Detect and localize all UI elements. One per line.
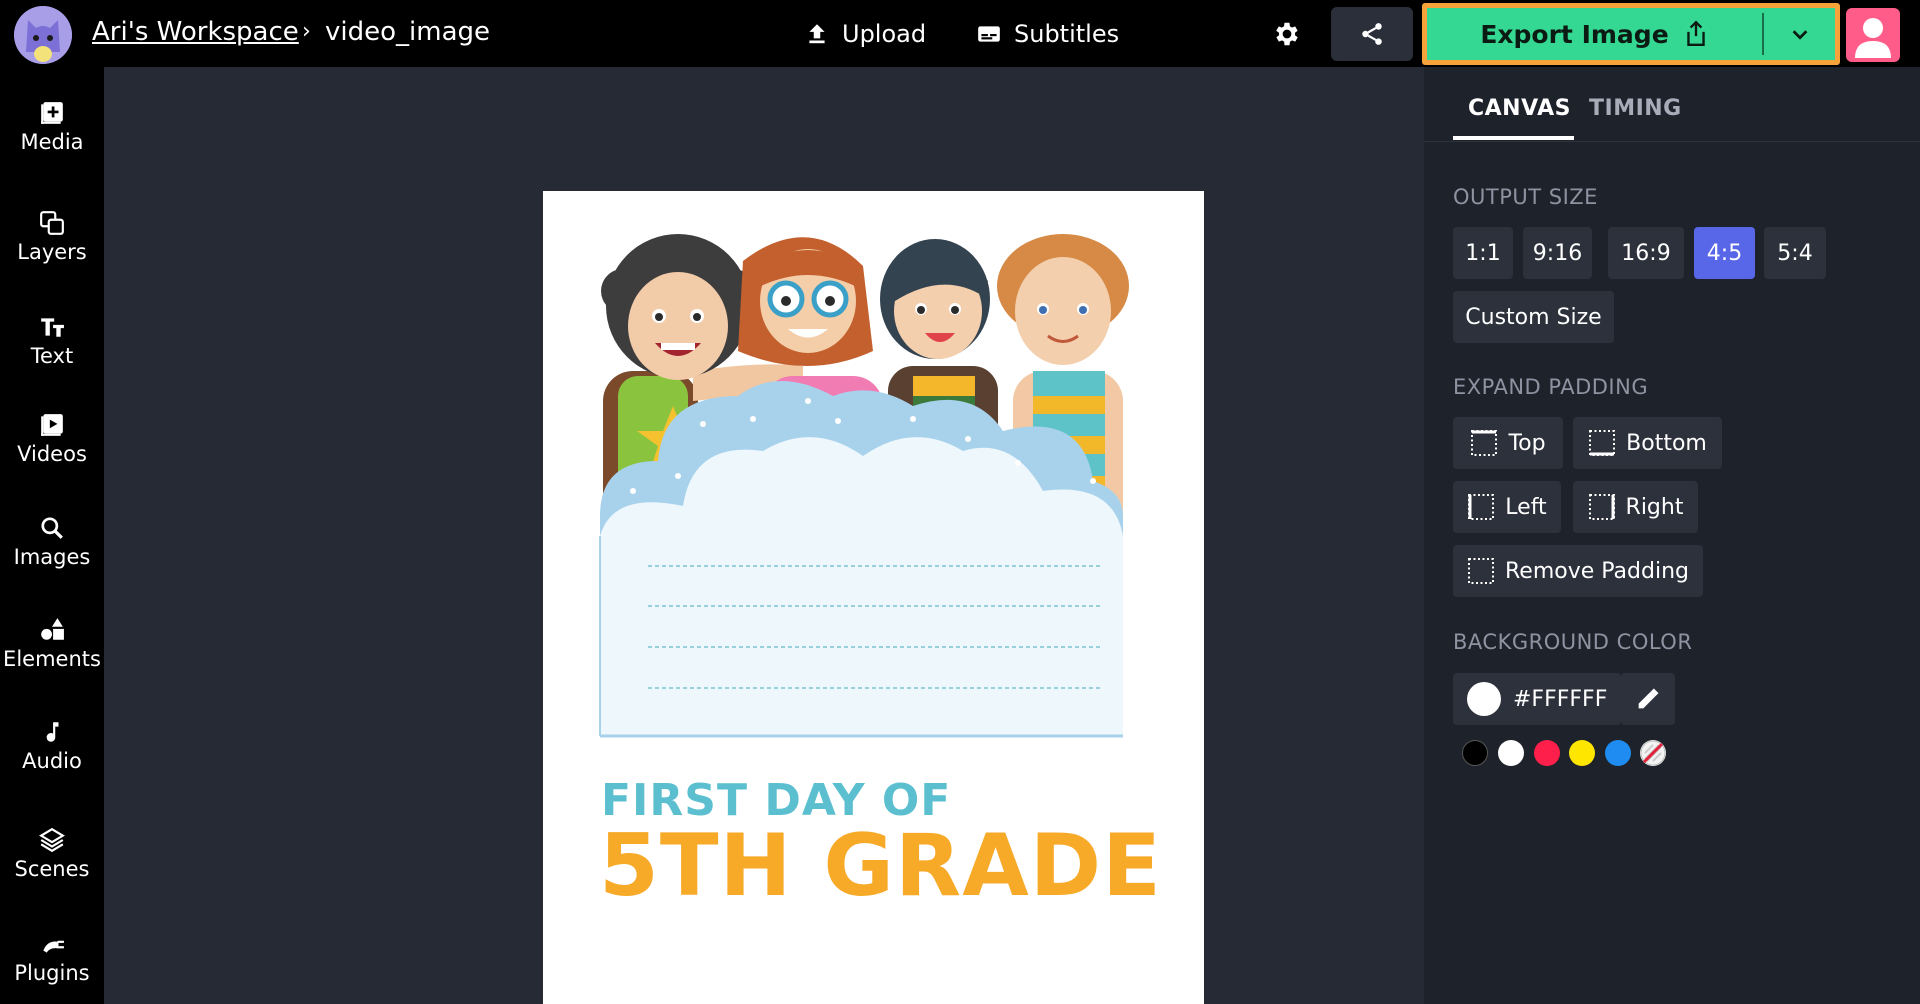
sidebar-item-text[interactable]: Text [0, 314, 104, 368]
user-icon [1855, 18, 1891, 58]
remove-padding-button[interactable]: Remove Padding [1453, 545, 1703, 597]
music-note-icon [46, 722, 59, 742]
user-avatar[interactable] [1846, 8, 1900, 62]
swatch-blue[interactable] [1605, 740, 1631, 766]
design-canvas[interactable]: FIRST DAY OF 5TH GRADE [543, 191, 1204, 1004]
padding-bottom-button[interactable]: Bottom [1573, 417, 1722, 469]
output-size-title: OUTPUT SIZE [1453, 185, 1598, 209]
sidebar-item-images[interactable]: Images [0, 515, 104, 569]
share-icon [1362, 23, 1382, 45]
breadcrumb-workspace-link[interactable]: Ari's Workspace [92, 17, 299, 47]
sidebar-label-scenes: Scenes [14, 857, 90, 881]
text-icon [41, 318, 64, 337]
swatch-white[interactable] [1498, 740, 1524, 766]
swatch-transparent[interactable] [1640, 740, 1666, 766]
chevron-down-icon [1792, 30, 1807, 40]
settings-button[interactable] [1268, 15, 1306, 53]
size-option-16-9[interactable]: 16:9 [1608, 227, 1684, 279]
panel-tabs: CANVAS TIMING [1424, 67, 1920, 142]
sidebar-label-videos: Videos [17, 442, 87, 466]
poster-title-line2[interactable]: 5TH GRADE [599, 816, 1162, 916]
active-tab-indicator [1453, 136, 1574, 140]
swatch-red[interactable] [1534, 740, 1560, 766]
workspace-logo[interactable] [14, 6, 72, 64]
sidebar-item-media[interactable]: Media [0, 100, 104, 154]
sidebar-item-layers[interactable]: Layers [0, 210, 104, 264]
upload-icon [809, 24, 825, 44]
export-share-icon [1686, 20, 1705, 46]
plug-icon [43, 940, 64, 953]
sidebar-item-elements[interactable]: Elements [0, 617, 104, 671]
export-group: Export Image [1422, 3, 1840, 65]
canvas-area: FIRST DAY OF 5TH GRADE [104, 67, 1424, 1004]
padding-bottom-label: Bottom [1626, 430, 1707, 456]
custom-size-button[interactable]: Custom Size [1453, 291, 1614, 343]
sidebar-item-scenes[interactable]: Scenes [0, 827, 104, 881]
top-bar: Ari's Workspace › video_image Upload Sub… [0, 0, 1920, 67]
properties-panel: CANVAS TIMING OUTPUT SIZE 1:1 9:16 16:9 … [1424, 67, 1920, 1004]
export-image-button[interactable]: Export Image [1427, 8, 1762, 60]
sidebar-label-layers: Layers [17, 240, 87, 264]
size-option-9-16[interactable]: 9:16 [1523, 227, 1592, 279]
sidebar-label-audio: Audio [22, 749, 82, 773]
padding-right-icon [1588, 494, 1615, 520]
upload-label: Upload [842, 20, 927, 48]
padding-top-label: Top [1508, 430, 1546, 456]
background-color-picker[interactable]: #FFFFFF [1453, 673, 1621, 725]
layers-icon [40, 211, 64, 235]
sidebar-label-text: Text [30, 344, 74, 368]
cat-logo-icon [14, 6, 72, 64]
size-option-1-1[interactable]: 1:1 [1453, 227, 1513, 279]
breadcrumb-project-name[interactable]: video_image [325, 17, 490, 47]
sidebar-label-plugins: Plugins [14, 961, 90, 985]
size-option-5-4[interactable]: 5:4 [1764, 227, 1826, 279]
padding-left-icon [1468, 494, 1495, 520]
video-icon [41, 414, 63, 436]
transparent-swatch-icon [1640, 740, 1666, 766]
export-label: Export Image [1480, 19, 1669, 49]
padding-right-label: Right [1625, 494, 1684, 520]
left-sidebar: Media Layers Text Videos Images Elements… [0, 67, 104, 1004]
size-option-4-5[interactable]: 4:5 [1694, 227, 1755, 279]
upload-button[interactable]: Upload [804, 16, 926, 52]
sidebar-item-plugins[interactable]: Plugins [0, 931, 104, 985]
sidebar-label-images: Images [13, 545, 91, 569]
breadcrumb-separator: › [302, 19, 311, 44]
sidebar-item-audio[interactable]: Audio [0, 719, 104, 773]
remove-padding-icon [1468, 558, 1494, 584]
search-icon [41, 517, 63, 539]
background-color-title: BACKGROUND COLOR [1453, 630, 1693, 654]
eyedropper-button[interactable] [1621, 673, 1675, 725]
subtitles-label: Subtitles [1014, 20, 1120, 48]
sidebar-label-media: Media [20, 130, 84, 154]
eyedropper-icon [1638, 688, 1659, 709]
padding-right-button[interactable]: Right [1573, 481, 1698, 533]
swatch-black[interactable] [1462, 740, 1488, 766]
expand-padding-title: EXPAND PADDING [1453, 375, 1649, 399]
padding-bottom-icon [1589, 430, 1616, 456]
share-button[interactable] [1331, 7, 1413, 61]
padding-left-label: Left [1505, 494, 1547, 520]
sidebar-label-elements: Elements [3, 647, 101, 671]
cloud-board-illustration [599, 381, 1123, 738]
current-color-swatch [1467, 682, 1501, 716]
stack-icon [39, 827, 65, 853]
remove-padding-label: Remove Padding [1505, 558, 1689, 584]
sidebar-item-videos[interactable]: Videos [0, 412, 104, 466]
export-options-dropdown[interactable] [1764, 8, 1835, 60]
subtitles-button[interactable]: Subtitles [976, 16, 1119, 52]
padding-top-icon [1471, 430, 1498, 456]
swatch-yellow[interactable] [1569, 740, 1595, 766]
padding-left-button[interactable]: Left [1453, 481, 1561, 533]
padding-top-button[interactable]: Top [1453, 417, 1563, 469]
subtitles-icon [978, 26, 1000, 42]
tab-canvas[interactable]: CANVAS [1468, 96, 1571, 121]
gear-icon [1276, 22, 1298, 46]
shapes-icon [41, 618, 64, 640]
tab-timing[interactable]: TIMING [1589, 96, 1682, 121]
media-plus-icon [41, 102, 63, 124]
background-hex-value: #FFFFFF [1513, 686, 1608, 712]
